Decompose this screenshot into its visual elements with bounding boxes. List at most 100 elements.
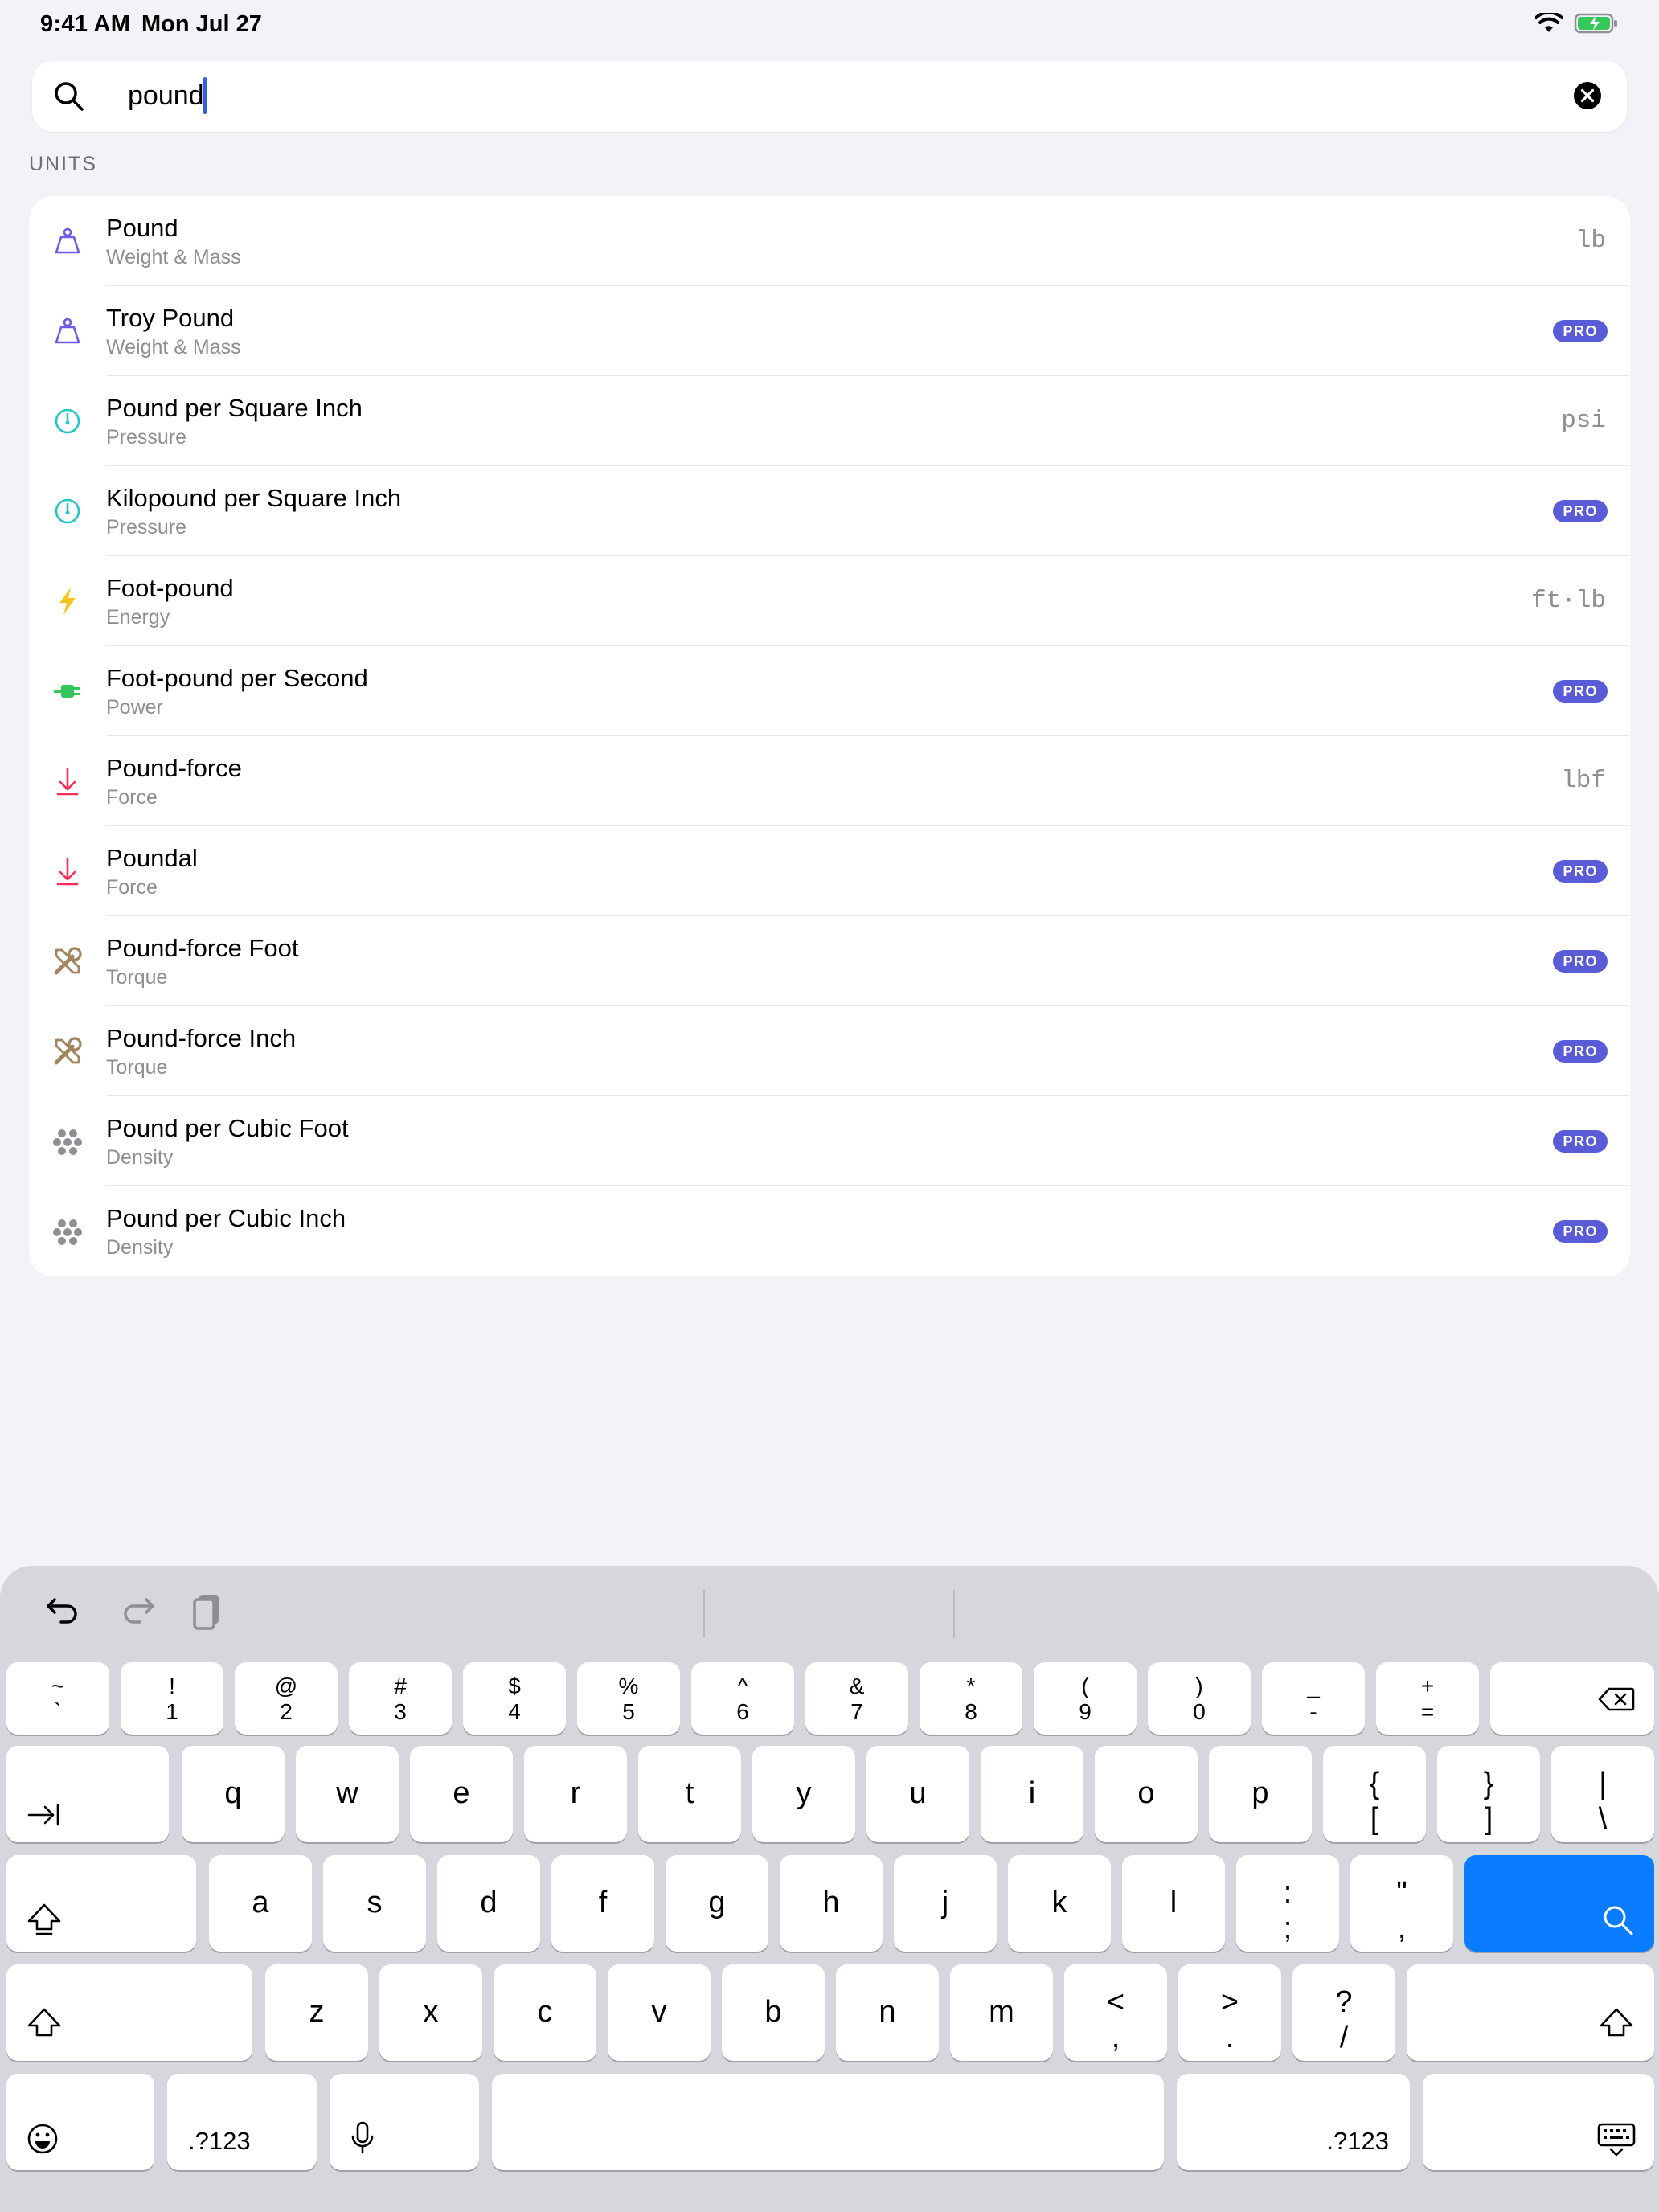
- unit-row[interactable]: Poundal Force PRO: [29, 826, 1630, 916]
- key-o[interactable]: o: [1095, 1746, 1198, 1842]
- unit-category: Density: [106, 1236, 174, 1259]
- key-1[interactable]: ! 1: [121, 1662, 223, 1735]
- key-`[interactable]: ~ `: [6, 1662, 109, 1735]
- unit-category: Weight & Mass: [106, 336, 241, 358]
- key-r[interactable]: r: [524, 1746, 627, 1842]
- key-m[interactable]: m: [950, 1964, 1053, 2061]
- key-z[interactable]: z: [265, 1964, 368, 2061]
- keyboard-toolbar: [0, 1566, 1659, 1646]
- key-v[interactable]: v: [608, 1964, 711, 2061]
- unit-row[interactable]: Pound-force Force lbf: [29, 736, 1630, 826]
- dictation-key[interactable]: [330, 2074, 479, 2170]
- shift-left-key[interactable]: [6, 1964, 252, 2061]
- search-input[interactable]: pound: [128, 80, 204, 112]
- unit-row[interactable]: Pound Weight & Mass lb: [29, 196, 1630, 286]
- key-7[interactable]: & 7: [805, 1662, 908, 1735]
- undo-icon[interactable]: [43, 1590, 84, 1630]
- key-y[interactable]: y: [752, 1746, 855, 1842]
- key-3[interactable]: #3: [349, 1662, 452, 1735]
- space-bar[interactable]: [492, 2074, 1164, 2170]
- key-s[interactable]: s: [323, 1855, 426, 1952]
- key-label: r: [570, 1776, 581, 1810]
- unit-row[interactable]: Pound per Square Inch Pressure psi: [29, 376, 1630, 466]
- key-label: i: [1028, 1776, 1036, 1810]
- key-/[interactable]: ? /: [1292, 1964, 1395, 2061]
- unit-category: Power: [106, 696, 163, 719]
- key-top-label: }: [1483, 1767, 1494, 1800]
- key--[interactable]: _ -: [1262, 1662, 1365, 1735]
- unit-row[interactable]: Pound per Cubic Inch Density PRO: [29, 1186, 1630, 1276]
- key-i[interactable]: i: [981, 1746, 1083, 1842]
- key-6[interactable]: ^ 6: [691, 1662, 794, 1735]
- key-d[interactable]: d: [437, 1855, 540, 1952]
- key-f[interactable]: f: [551, 1855, 654, 1952]
- unit-row[interactable]: Pound-force Inch Torque PRO: [29, 1006, 1630, 1096]
- unit-row[interactable]: Foot-pound Energy ft·lb: [29, 556, 1630, 646]
- key-\[interactable]: | \: [1551, 1746, 1654, 1842]
- key-top-label: <: [1106, 1985, 1125, 2019]
- key-5[interactable]: % 5: [577, 1662, 680, 1735]
- key-label: g: [708, 1886, 726, 1919]
- key-0[interactable]: ) 0: [1148, 1662, 1251, 1735]
- search-bar[interactable]: pound: [32, 61, 1627, 132]
- emoji-key[interactable]: [6, 2074, 154, 2170]
- key-,[interactable]: ",: [1350, 1855, 1453, 1952]
- unit-row[interactable]: Kilopound per Square Inch Pressure PRO: [29, 466, 1630, 556]
- key-=[interactable]: + =: [1376, 1662, 1479, 1735]
- shift-icon: [1600, 2008, 1633, 2037]
- key-g[interactable]: g: [666, 1855, 768, 1952]
- key-;[interactable]: :;: [1236, 1855, 1339, 1952]
- pro-badge: PRO: [1553, 1130, 1608, 1153]
- key-q[interactable]: q: [182, 1746, 285, 1842]
- wrench-screwdriver-icon: [51, 1035, 84, 1067]
- unit-name: Kilopound per Square Inch: [106, 484, 402, 512]
- unit-name: Pound per Cubic Foot: [106, 1114, 349, 1142]
- key-t[interactable]: t: [638, 1746, 741, 1842]
- key-n[interactable]: n: [836, 1964, 939, 2061]
- clear-icon[interactable]: [1572, 80, 1603, 111]
- key-e[interactable]: e: [410, 1746, 513, 1842]
- key-top-label: >: [1220, 1985, 1239, 2019]
- key-.[interactable]: >.: [1178, 1964, 1281, 2061]
- key-c[interactable]: c: [494, 1964, 596, 2061]
- key-][interactable]: }]: [1437, 1746, 1540, 1842]
- key-w[interactable]: w: [296, 1746, 399, 1842]
- key-bottom-label: -: [1309, 1699, 1317, 1724]
- caps-lock-key[interactable]: [6, 1855, 196, 1952]
- shift-right-key[interactable]: [1407, 1964, 1654, 2061]
- unit-row[interactable]: Pound-force Foot Torque PRO: [29, 916, 1630, 1006]
- key-8[interactable]: * 8: [920, 1662, 1022, 1735]
- unit-row[interactable]: Troy Pound Weight & Mass PRO: [29, 286, 1630, 376]
- key-b[interactable]: b: [722, 1964, 825, 2061]
- key-label: y: [796, 1776, 812, 1810]
- key-4[interactable]: $4: [463, 1662, 566, 1735]
- dismiss-keyboard-key[interactable]: [1423, 2074, 1654, 2170]
- gauge-icon: [51, 405, 84, 437]
- key-label: l: [1169, 1886, 1178, 1919]
- redo-icon[interactable]: [117, 1590, 158, 1630]
- search-key[interactable]: [1464, 1855, 1654, 1952]
- tab-key[interactable]: [6, 1746, 169, 1842]
- numbers-key-right[interactable]: .?123: [1177, 2074, 1410, 2170]
- key-2[interactable]: @2: [235, 1662, 338, 1735]
- delete-key[interactable]: [1490, 1662, 1654, 1735]
- key-k[interactable]: k: [1008, 1855, 1111, 1952]
- key-x[interactable]: x: [379, 1964, 482, 2061]
- unit-symbol: lbf: [1561, 767, 1606, 795]
- key-[[interactable]: {[: [1323, 1746, 1426, 1842]
- key-a[interactable]: a: [209, 1855, 312, 1952]
- key-j[interactable]: j: [894, 1855, 997, 1952]
- numbers-key-left[interactable]: .?123: [167, 2074, 317, 2170]
- key-l[interactable]: l: [1122, 1855, 1225, 1952]
- key-p[interactable]: p: [1209, 1746, 1312, 1842]
- key-9[interactable]: (9: [1034, 1662, 1137, 1735]
- paste-icon[interactable]: [190, 1590, 230, 1630]
- key-,[interactable]: <,: [1064, 1964, 1167, 2061]
- key-u[interactable]: u: [866, 1746, 969, 1842]
- unit-row[interactable]: Pound per Cubic Foot Density PRO: [29, 1096, 1630, 1186]
- key-h[interactable]: h: [780, 1855, 883, 1952]
- unit-row[interactable]: Foot-pound per Second Power PRO: [29, 646, 1630, 736]
- key-top-label: ): [1195, 1673, 1203, 1698]
- status-bar: 9:41 AM Mon Jul 27: [0, 0, 1659, 51]
- unit-category: Force: [106, 786, 158, 809]
